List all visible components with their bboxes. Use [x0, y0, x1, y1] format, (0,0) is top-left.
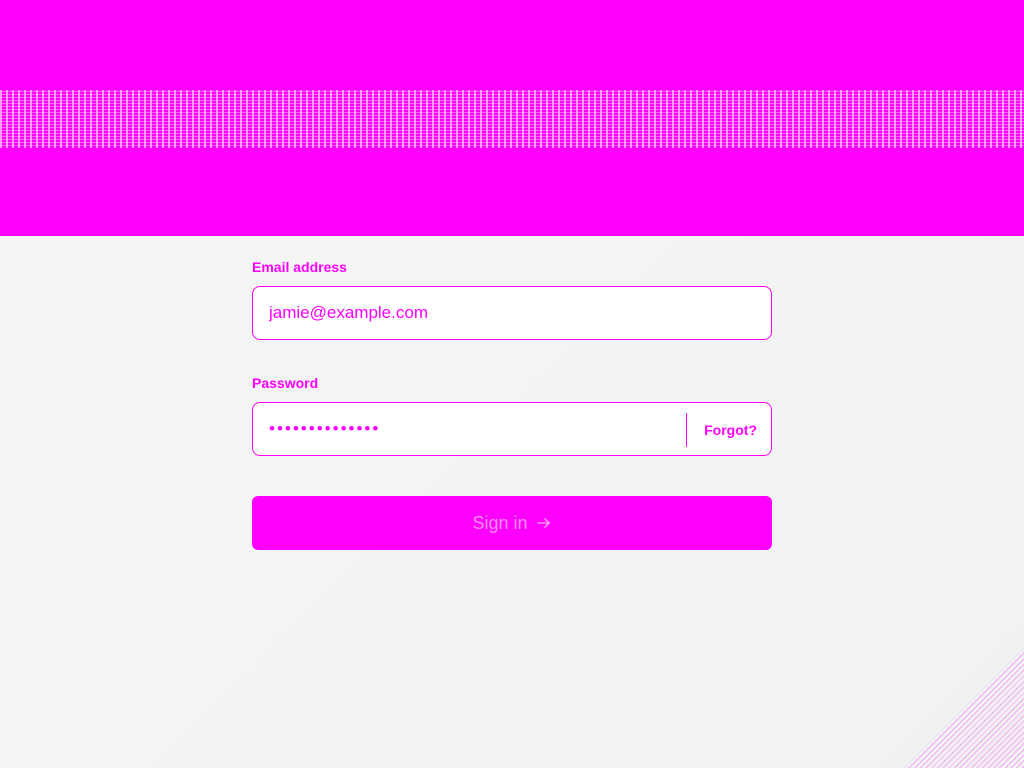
signin-button[interactable]: Sign in: [252, 496, 772, 550]
signin-form: Email address Password Forgot? Sign in: [252, 258, 772, 550]
arrow-right-icon: [536, 518, 550, 528]
password-field-wrapper: Forgot?: [252, 402, 772, 456]
banner-noise: [0, 90, 1024, 148]
signin-label: Sign in: [472, 512, 528, 533]
forgot-divider: [685, 413, 687, 447]
email-field-wrapper: [252, 286, 772, 340]
corner-noise: [904, 648, 1024, 768]
password-field[interactable]: [253, 403, 771, 455]
forgot-password-link[interactable]: Forgot?: [704, 403, 757, 457]
email-label: Email address: [252, 259, 347, 275]
email-field[interactable]: [253, 287, 771, 339]
password-label: Password: [252, 375, 319, 391]
